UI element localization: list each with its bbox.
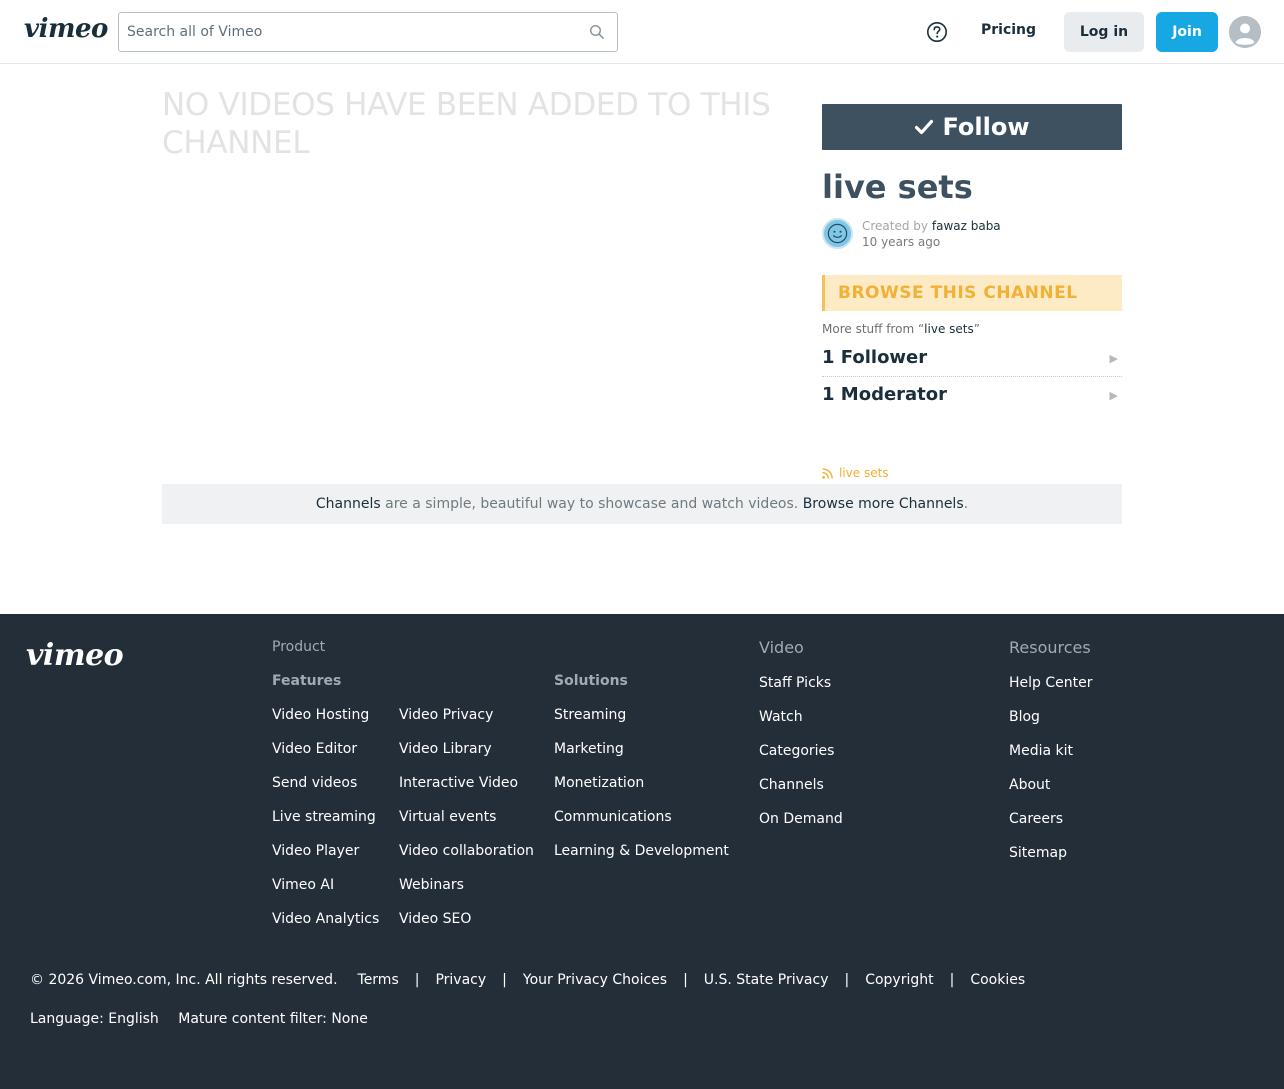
pricing-link[interactable]: Pricing	[981, 22, 1036, 38]
legal-separator: |	[414, 972, 420, 988]
channels-info-bar: Channels are a simple, beautiful way to …	[162, 484, 1122, 524]
site-footer: vimeo Product Features Solutions Video R…	[0, 614, 1284, 1089]
channels-info-text: are a simple, beautiful way to showcase …	[380, 496, 803, 512]
legal-separator: |	[502, 972, 507, 988]
footer-link-vimeo-ai[interactable]: Vimeo AI	[272, 868, 379, 902]
legal-separator: |	[844, 972, 850, 988]
browse-channel-header[interactable]: BROWSE THIS CHANNEL	[822, 275, 1122, 311]
footer-link-send-videos[interactable]: Send videos	[272, 766, 379, 800]
footer-link-video-editor[interactable]: Video Editor	[272, 732, 379, 766]
footer-video-col: Staff Picks Watch Categories Channels On…	[759, 666, 843, 836]
more-stuff-channel-link[interactable]: live sets	[924, 322, 974, 336]
footer-link-video-player[interactable]: Video Player	[272, 834, 379, 868]
moderators-link[interactable]: 1 Moderator ▶	[822, 384, 1122, 420]
follow-button[interactable]: Follow	[822, 104, 1122, 150]
footer-solutions-col: Streaming Marketing Monetization Communi…	[554, 698, 729, 868]
footer-link-help-center[interactable]: Help Center	[1009, 666, 1093, 700]
search-icon[interactable]	[589, 24, 605, 40]
arrow-right-icon: ▶	[1109, 389, 1118, 402]
footer-link-streaming[interactable]: Streaming	[554, 698, 729, 732]
legal-link-state-privacy[interactable]: U.S. State Privacy	[704, 972, 829, 988]
footer-resources-col: Help Center Blog Media kit About Careers…	[1009, 666, 1093, 870]
footer-vimeo-logo[interactable]: vimeo	[26, 638, 124, 673]
check-icon	[915, 119, 934, 135]
rss-feed-link[interactable]: live sets	[822, 466, 889, 480]
footer-link-channels[interactable]: Channels	[759, 768, 843, 802]
footer-link-media-kit[interactable]: Media kit	[1009, 734, 1093, 768]
top-navigation: vimeo Pricing Log in Join	[0, 0, 1284, 64]
creator-name-link[interactable]: fawaz baba	[932, 219, 1001, 233]
followers-link[interactable]: 1 Follower ▶	[822, 347, 1122, 377]
footer-features-col2: Video Privacy Video Library Interactive …	[399, 698, 534, 936]
footer-features-heading: Features	[272, 673, 342, 689]
footer-resources-heading: Resources	[1009, 638, 1091, 657]
moderators-count: 1 Moderator	[822, 384, 948, 405]
footer-solutions-heading: Solutions	[554, 673, 628, 689]
footer-link-video-library[interactable]: Video Library	[399, 732, 534, 766]
legal-link-privacy-choices[interactable]: Your Privacy Choices	[523, 972, 667, 988]
creator-avatar[interactable]	[822, 218, 853, 249]
legal-separator: |	[949, 972, 955, 988]
browse-more-channels-link[interactable]: Browse more Channels	[803, 496, 964, 512]
footer-link-communications[interactable]: Communications	[554, 800, 729, 834]
footer-settings-row: Language: English Mature content filter:…	[30, 1011, 368, 1027]
footer-link-watch[interactable]: Watch	[759, 700, 843, 734]
footer-link-video-collaboration[interactable]: Video collaboration	[399, 834, 534, 868]
footer-link-video-seo[interactable]: Video SEO	[399, 902, 534, 936]
footer-link-blog[interactable]: Blog	[1009, 700, 1093, 734]
channel-title: live sets	[822, 168, 973, 206]
footer-link-video-analytics[interactable]: Video Analytics	[272, 902, 379, 936]
footer-video-heading: Video	[759, 638, 804, 657]
follow-label: Follow	[942, 113, 1030, 141]
legal-link-cookies[interactable]: Cookies	[970, 972, 1025, 988]
search-input[interactable]	[119, 13, 579, 51]
created-ago: 10 years ago	[862, 235, 941, 249]
user-avatar-icon[interactable]	[1229, 16, 1261, 48]
channels-link[interactable]: Channels	[316, 496, 381, 512]
copyright-text: © 2026 Vimeo.com, Inc. All rights reserv…	[30, 972, 338, 988]
created-by-prefix: Created by	[862, 219, 929, 233]
arrow-right-icon: ▶	[1109, 352, 1118, 365]
footer-link-marketing[interactable]: Marketing	[554, 732, 729, 766]
vimeo-logo[interactable]: vimeo	[24, 14, 108, 44]
language-selector[interactable]: Language: English	[30, 1011, 159, 1027]
footer-link-virtual-events[interactable]: Virtual events	[399, 800, 534, 834]
rss-label: live sets	[839, 466, 889, 480]
footer-link-webinars[interactable]: Webinars	[399, 868, 534, 902]
help-icon[interactable]	[926, 21, 948, 43]
footer-link-on-demand[interactable]: On Demand	[759, 802, 843, 836]
footer-link-about[interactable]: About	[1009, 768, 1093, 802]
empty-channel-message: No videos have been added to this channe…	[162, 87, 771, 161]
more-stuff-label: More stuff from “live sets”	[822, 322, 980, 336]
legal-link-terms[interactable]: Terms	[358, 972, 399, 988]
search-box[interactable]	[118, 12, 618, 52]
footer-link-staff-picks[interactable]: Staff Picks	[759, 666, 843, 700]
footer-link-interactive-video[interactable]: Interactive Video	[399, 766, 534, 800]
footer-product-heading: Product	[272, 639, 326, 655]
rss-icon	[822, 467, 833, 479]
footer-link-monetization[interactable]: Monetization	[554, 766, 729, 800]
footer-link-sitemap[interactable]: Sitemap	[1009, 836, 1093, 870]
created-by: Created by fawaz baba	[862, 219, 1001, 233]
footer-link-categories[interactable]: Categories	[759, 734, 843, 768]
footer-link-live-streaming[interactable]: Live streaming	[272, 800, 379, 834]
login-button[interactable]: Log in	[1064, 12, 1144, 52]
footer-link-video-privacy[interactable]: Video Privacy	[399, 698, 534, 732]
footer-link-careers[interactable]: Careers	[1009, 802, 1093, 836]
browse-channel-label: BROWSE THIS CHANNEL	[838, 283, 1078, 303]
footer-link-video-hosting[interactable]: Video Hosting	[272, 698, 379, 732]
footer-legal-row: © 2026 Vimeo.com, Inc. All rights reserv…	[30, 972, 1025, 988]
legal-link-privacy[interactable]: Privacy	[435, 972, 486, 988]
footer-features-col1: Video Hosting Video Editor Send videos L…	[272, 698, 379, 936]
followers-count: 1 Follower	[822, 347, 928, 368]
legal-separator: |	[683, 972, 688, 988]
mature-content-filter[interactable]: Mature content filter: None	[178, 1011, 368, 1027]
legal-link-copyright[interactable]: Copyright	[865, 972, 933, 988]
footer-link-learning-development[interactable]: Learning & Development	[554, 834, 729, 868]
join-button[interactable]: Join	[1156, 12, 1218, 52]
